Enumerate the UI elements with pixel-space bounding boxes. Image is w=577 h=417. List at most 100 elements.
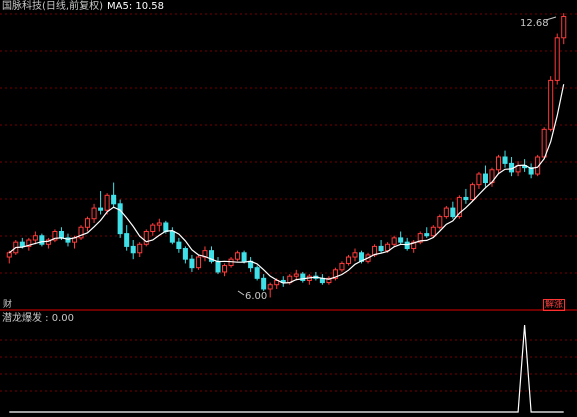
jiezhang-badge[interactable]: 解涨 bbox=[543, 299, 566, 311]
candle-body bbox=[469, 184, 475, 201]
candle bbox=[254, 265, 260, 281]
candle bbox=[78, 225, 84, 241]
low-price-pointer bbox=[237, 290, 245, 296]
candle-body bbox=[176, 241, 182, 250]
candle-body bbox=[150, 224, 156, 233]
high-price-label: 12.68 bbox=[520, 18, 549, 29]
candle bbox=[235, 250, 241, 262]
candle-body bbox=[156, 222, 162, 226]
candle-body bbox=[437, 216, 443, 228]
candle-body bbox=[19, 241, 25, 247]
candle-body bbox=[98, 207, 104, 211]
candle-body bbox=[85, 218, 91, 228]
candle bbox=[561, 13, 567, 45]
candle bbox=[169, 227, 175, 245]
candle-body bbox=[91, 207, 97, 220]
candle-body bbox=[130, 245, 136, 254]
candle-body bbox=[378, 245, 384, 252]
candle bbox=[332, 267, 338, 281]
candle bbox=[32, 231, 38, 245]
candle-body bbox=[293, 273, 299, 277]
candle-body bbox=[476, 173, 482, 186]
candle-body bbox=[561, 16, 567, 39]
candle-body bbox=[117, 203, 123, 235]
candle-body bbox=[450, 207, 456, 218]
candle bbox=[306, 274, 312, 285]
candle-body bbox=[189, 258, 195, 269]
candle-body bbox=[235, 252, 241, 260]
candle bbox=[150, 222, 156, 236]
candle bbox=[554, 33, 560, 85]
low-price-label: 6.00 bbox=[245, 291, 268, 302]
candle bbox=[202, 246, 208, 262]
candle-body bbox=[404, 241, 410, 250]
candle-body bbox=[39, 235, 45, 245]
candle-body bbox=[339, 262, 345, 271]
candle-body bbox=[182, 248, 188, 260]
candle-body bbox=[463, 196, 469, 201]
candle bbox=[548, 76, 554, 132]
indicator-signal-line bbox=[9, 324, 564, 413]
stock-title[interactable]: 国脉科技(日线,前复权) bbox=[2, 1, 103, 12]
candle bbox=[495, 154, 502, 175]
candle bbox=[124, 225, 130, 251]
candle bbox=[352, 248, 358, 262]
candle-body bbox=[241, 252, 247, 262]
candle bbox=[482, 165, 488, 187]
candle bbox=[326, 276, 332, 285]
candle bbox=[45, 237, 51, 249]
candle bbox=[469, 182, 475, 202]
candle bbox=[65, 233, 71, 247]
candle-body bbox=[267, 284, 273, 290]
candle bbox=[91, 203, 97, 223]
indicator-grid bbox=[0, 339, 577, 392]
candle bbox=[248, 257, 254, 272]
candle bbox=[313, 271, 319, 281]
ma5-label: MA5: 10.58 bbox=[106, 1, 164, 12]
candle bbox=[156, 218, 162, 232]
candle-body bbox=[261, 277, 267, 290]
candle-body bbox=[143, 231, 149, 245]
candle-body bbox=[215, 260, 221, 273]
candle bbox=[52, 229, 58, 243]
candle bbox=[280, 276, 286, 287]
main-chart-header: 国脉科技(日线,前复权) MA5: 10.58 bbox=[2, 1, 164, 13]
candle bbox=[98, 191, 104, 215]
candle bbox=[215, 257, 221, 275]
candle-body bbox=[443, 207, 449, 218]
candle-body bbox=[254, 267, 260, 279]
candle-body bbox=[104, 194, 110, 211]
candle bbox=[398, 231, 404, 245]
candle bbox=[267, 282, 273, 298]
candle bbox=[117, 199, 123, 238]
candle bbox=[111, 182, 117, 209]
candle bbox=[176, 237, 182, 253]
finance-badge[interactable]: 财 bbox=[2, 300, 13, 310]
candle bbox=[509, 157, 515, 177]
candle-body bbox=[124, 233, 130, 247]
candle bbox=[208, 246, 215, 264]
candle-body bbox=[391, 237, 397, 245]
candle-body bbox=[495, 156, 502, 171]
candle bbox=[417, 231, 423, 245]
candle bbox=[391, 235, 397, 247]
candle bbox=[195, 254, 201, 270]
candle bbox=[137, 242, 143, 258]
candle-body bbox=[58, 231, 64, 239]
candle-body bbox=[502, 156, 508, 164]
indicator-label[interactable]: 潜龙爆发 : 0.00 bbox=[2, 313, 74, 325]
candle-body bbox=[424, 233, 430, 237]
candle-body bbox=[352, 252, 358, 258]
candle-body bbox=[541, 128, 547, 158]
candle bbox=[85, 216, 91, 232]
candle-body bbox=[554, 37, 560, 81]
candle bbox=[300, 271, 306, 283]
candle bbox=[319, 274, 325, 285]
candle-body bbox=[111, 194, 117, 205]
price-grid bbox=[0, 13, 577, 274]
candle bbox=[450, 201, 456, 219]
candle-body bbox=[345, 256, 351, 264]
candle bbox=[339, 261, 345, 272]
candle-body bbox=[195, 256, 201, 269]
candle bbox=[437, 214, 443, 230]
